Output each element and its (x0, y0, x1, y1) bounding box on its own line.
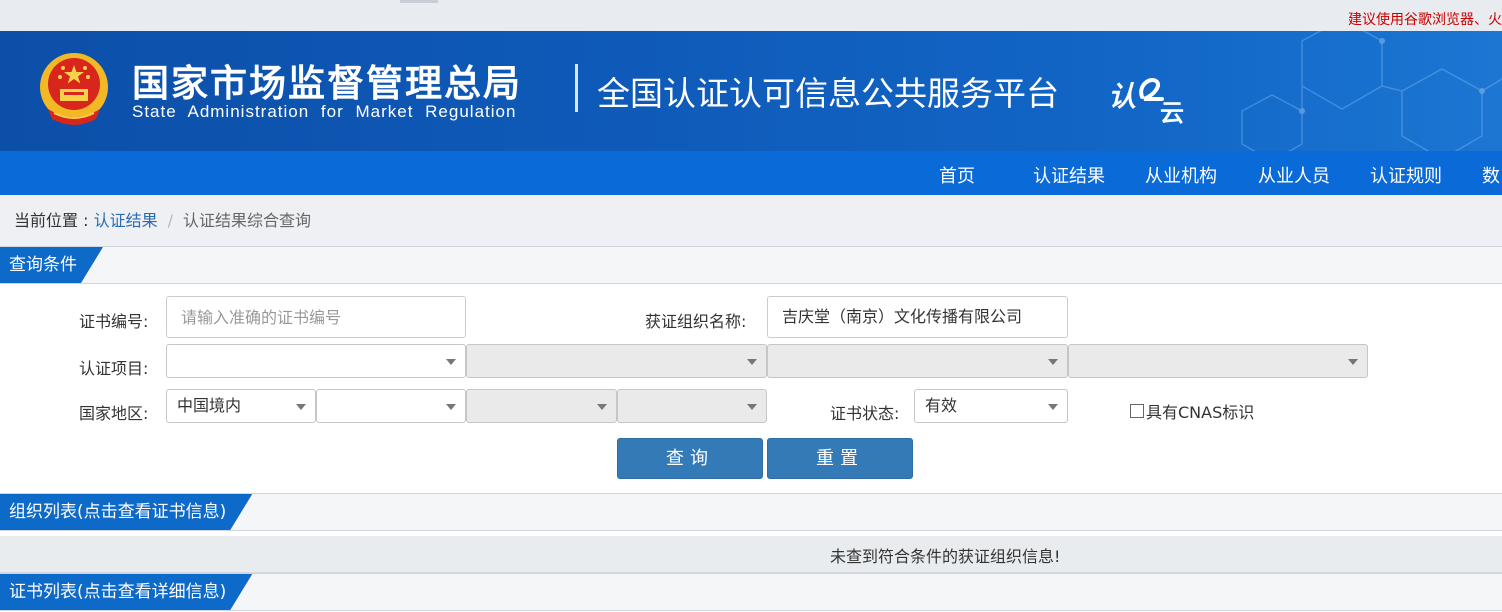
cnas-checkbox-label: 具有CNAS标识 (1146, 403, 1255, 422)
org-name-english: State Administration for Market Regulati… (132, 102, 517, 121)
search-button[interactable]: 查询 (617, 438, 763, 479)
national-emblem-icon (40, 53, 108, 125)
chevron-down-icon (1348, 359, 1358, 365)
top-notice-bar: 建议使用谷歌浏览器、火 (0, 0, 1502, 31)
breadcrumb-prefix: 当前位置 : (14, 211, 94, 230)
region-select-country-value: 中国境内 (177, 396, 242, 415)
chevron-down-icon (296, 404, 306, 410)
nav-item-institutions[interactable]: 从业机构 (1145, 162, 1217, 188)
reset-button[interactable]: 重置 (767, 438, 913, 479)
nav-item-data[interactable]: 数 (1482, 162, 1500, 188)
cert-no-input[interactable] (166, 296, 466, 338)
cert-list-section-title: 证书列表(点击查看详细信息) (0, 574, 252, 610)
main-nav: 首页 认证结果 从业机构 从业人员 认证规则 数 (0, 151, 1502, 195)
region-select-country[interactable]: 中国境内 (166, 389, 316, 423)
org-list-empty-message: 未查到符合条件的获证组织信息! (830, 547, 1061, 566)
status-select-value: 有效 (925, 396, 958, 415)
breadcrumb-separator: / (167, 211, 173, 230)
region-select-province[interactable] (316, 389, 466, 423)
platform-title: 全国认证认可信息公共服务平台 (597, 74, 1059, 113)
logo-char: 认 (1108, 80, 1137, 113)
chevron-down-icon (747, 359, 757, 365)
project-select-3[interactable] (767, 344, 1068, 378)
org-name-label: 获证组织名称: (645, 312, 747, 331)
header-banner: 国家市场监督管理总局 State Administration for Mark… (0, 31, 1502, 151)
nav-item-personnel[interactable]: 从业人员 (1258, 162, 1330, 188)
browser-recommendation-text: 建议使用谷歌浏览器、火 (1348, 12, 1502, 28)
org-name-chinese: 国家市场监督管理总局 (132, 62, 522, 105)
cnas-checkbox[interactable] (1130, 404, 1144, 418)
chevron-down-icon (446, 404, 456, 410)
query-section-header: 查询条件 (0, 246, 1502, 284)
project-label: 认证项目: (79, 359, 149, 378)
chevron-down-icon (446, 359, 456, 365)
header-divider (575, 64, 578, 112)
nav-item-home[interactable]: 首页 (939, 162, 975, 188)
cert-list-section-header: 证书列表(点击查看详细信息) (0, 573, 1502, 611)
nav-item-cert-rules[interactable]: 认证规则 (1370, 162, 1442, 188)
breadcrumb: 当前位置 : 认证结果 / 认证结果综合查询 (0, 195, 1502, 247)
project-select-4[interactable] (1068, 344, 1368, 378)
project-select-1[interactable] (166, 344, 466, 378)
status-select[interactable]: 有效 (914, 389, 1068, 423)
query-section-title: 查询条件 (0, 247, 103, 283)
hexagon-pattern-decoration (1241, 31, 1502, 151)
cert-no-label: 证书编号: (79, 312, 149, 331)
browser-tab-fragment (400, 0, 438, 3)
org-list-section-header: 组织列表(点击查看证书信息) (0, 493, 1502, 531)
org-list-empty-row: 未查到符合条件的获证组织信息! (0, 536, 1502, 573)
breadcrumb-link-cert-results[interactable]: 认证结果 (94, 211, 158, 230)
region-label: 国家地区: (79, 404, 149, 423)
org-list-section-title: 组织列表(点击查看证书信息) (0, 494, 252, 530)
status-label: 证书状态: (830, 404, 900, 423)
logo-sub-char: 云 (1160, 99, 1184, 127)
nav-item-cert-results[interactable]: 认证结果 (1033, 162, 1105, 188)
org-name-input[interactable]: 吉庆堂（南京）文化传播有限公司 (767, 296, 1068, 338)
chevron-down-icon (1048, 404, 1058, 410)
project-select-2[interactable] (466, 344, 767, 378)
renzheng-cloud-logo: 认 云 (1108, 75, 1188, 127)
chevron-down-icon (597, 404, 607, 410)
chevron-down-icon (1048, 359, 1058, 365)
chevron-down-icon (747, 404, 757, 410)
region-select-city[interactable] (466, 389, 617, 423)
breadcrumb-current: 认证结果综合查询 (182, 211, 311, 230)
region-select-district[interactable] (617, 389, 767, 423)
cnas-checkbox-wrapper[interactable]: 具有CNAS标识 (1130, 399, 1254, 423)
